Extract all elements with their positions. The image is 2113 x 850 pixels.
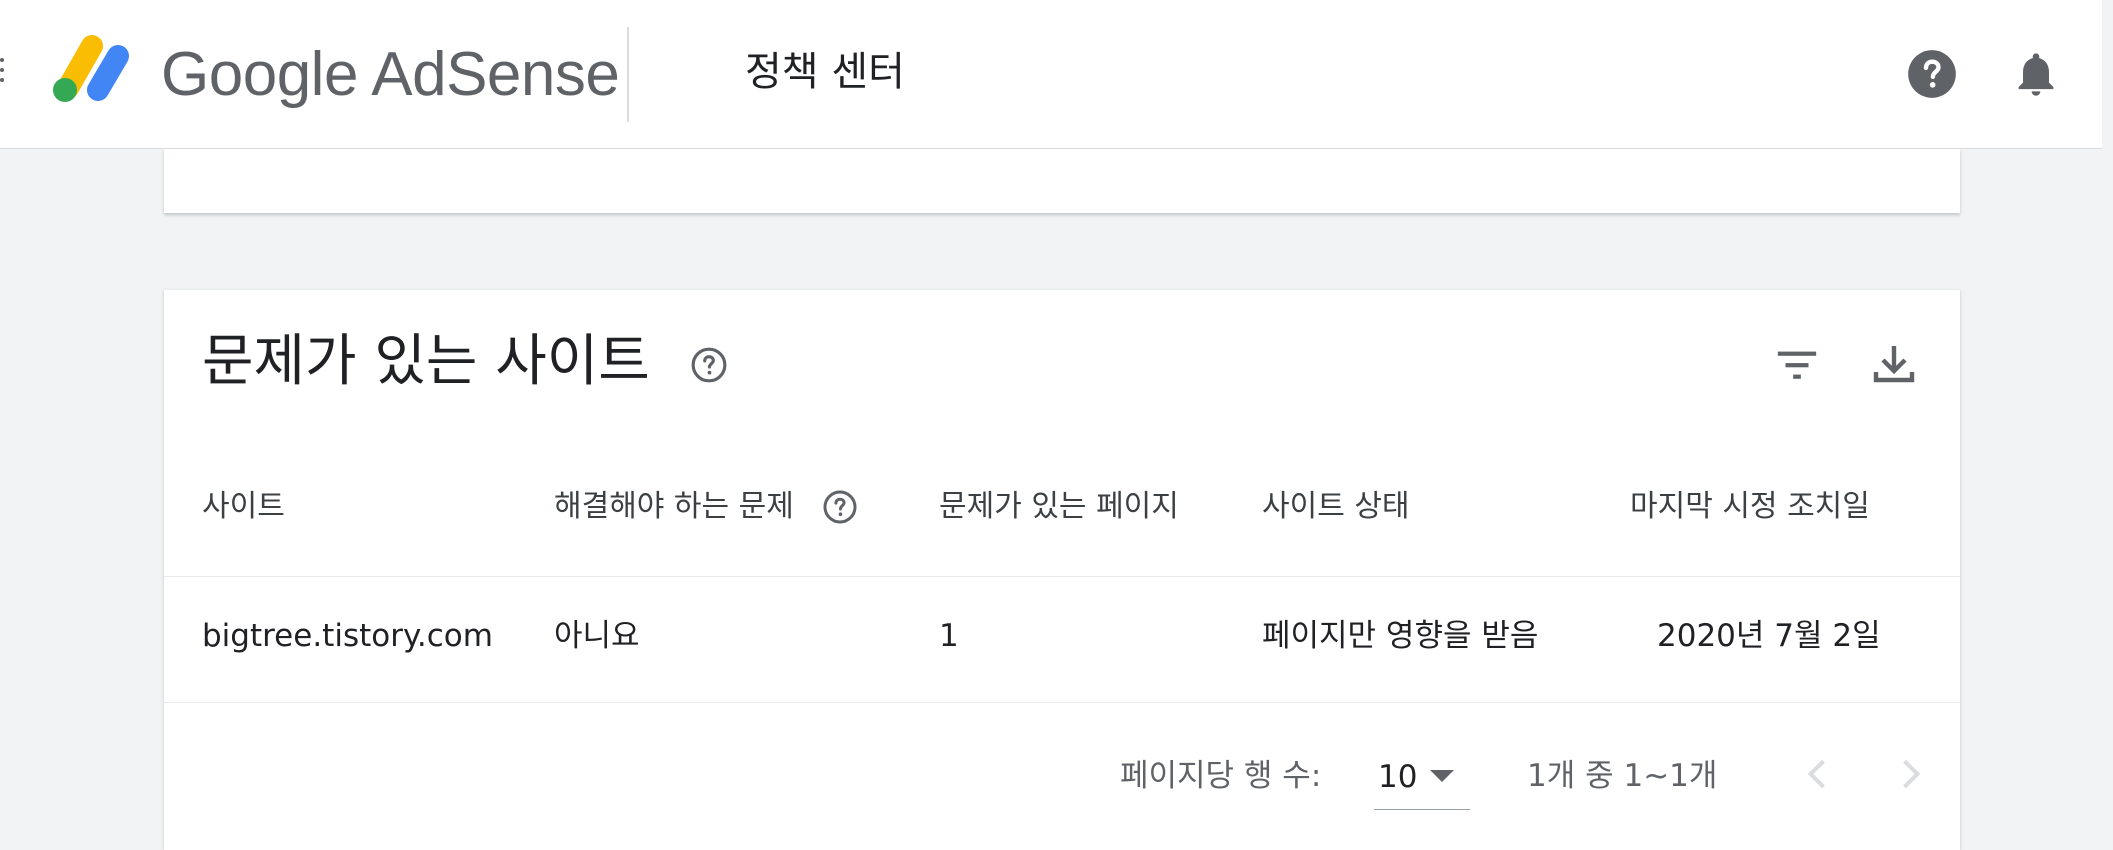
card-title: 문제가 있는 사이트 xyxy=(202,329,650,394)
pagination-range: 1개 중 1~1개 xyxy=(1527,758,1718,794)
app-header: Google AdSense 정책 센터 xyxy=(0,0,2102,149)
rows-per-page-label: 페이지당 행 수: xyxy=(1120,758,1322,794)
brand-name[interactable]: Google AdSense xyxy=(161,37,620,113)
chevron-left-icon[interactable] xyxy=(1796,746,1840,802)
google-adsense-logo[interactable] xyxy=(52,32,134,104)
arrow-drop-down-icon xyxy=(1430,770,1454,782)
header-divider xyxy=(627,27,629,122)
chevron-right-icon[interactable] xyxy=(1888,746,1932,802)
bell-icon[interactable] xyxy=(2010,48,2062,100)
overview-card xyxy=(164,149,1960,213)
filter-list-icon[interactable] xyxy=(1774,342,1820,388)
column-header-site: 사이트 xyxy=(202,489,285,524)
download-icon[interactable] xyxy=(1870,340,1918,388)
cell-site-status: 페이지만 영향을 받음 xyxy=(1262,618,1539,654)
column-header-must-fix: 해결해야 하는 문제 xyxy=(554,489,794,524)
rows-per-page-value: 10 xyxy=(1378,759,1418,795)
row-divider-line xyxy=(164,702,1960,703)
cell-last-action-date: 2020년 7월 2일 xyxy=(1657,618,1881,654)
sites-with-issues-card: 문제가 있는 사이트 사이트 해결해야 하는 문제 문제가 있는 페이지 사이트… xyxy=(164,290,1960,850)
help-outline-icon[interactable] xyxy=(822,489,858,525)
help-outline-icon[interactable] xyxy=(690,346,728,384)
column-header-site-status: 사이트 상태 xyxy=(1262,489,1410,524)
rows-per-page-select[interactable]: 10 xyxy=(1374,746,1470,810)
help-icon[interactable] xyxy=(1906,48,1958,100)
cell-site[interactable]: bigtree.tistory.com xyxy=(202,615,493,657)
column-header-pages-with-issues: 문제가 있는 페이지 xyxy=(939,489,1179,524)
column-header-last-action-date: 마지막 시정 조치일 xyxy=(1630,489,1870,524)
cell-pages-with-issues[interactable]: 1 xyxy=(939,615,959,657)
cell-must-fix: 아니요 xyxy=(554,618,640,654)
header-divider-line xyxy=(164,576,1960,577)
page-title: 정책 센터 xyxy=(745,49,905,95)
more-vert-icon[interactable] xyxy=(0,58,6,88)
